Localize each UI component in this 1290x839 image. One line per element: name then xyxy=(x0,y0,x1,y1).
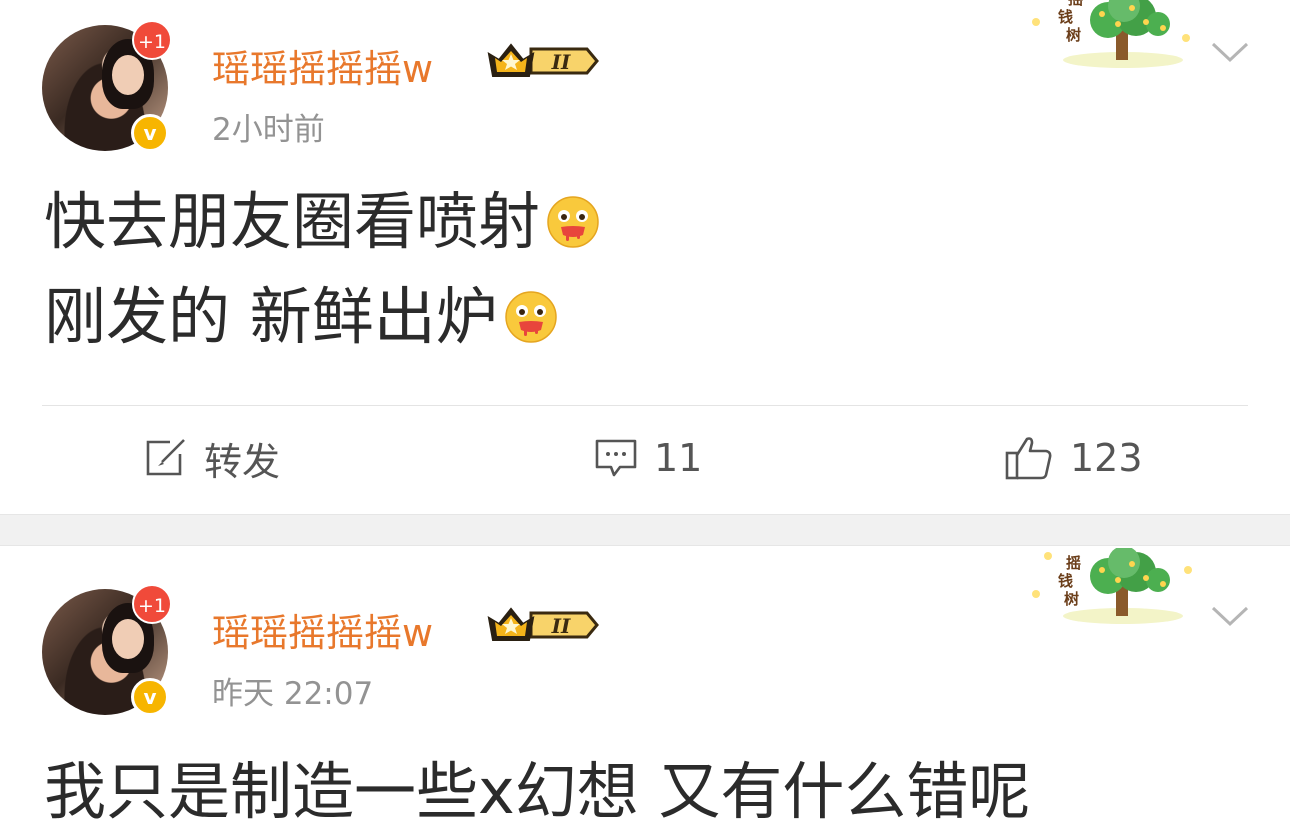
username[interactable]: 瑶瑶摇摇摇w xyxy=(212,38,433,93)
member-level: II xyxy=(551,50,571,74)
content-line-1: 快去朋友圈看喷射 xyxy=(44,185,541,258)
action-divider xyxy=(42,405,1248,406)
repost-label: 转发 xyxy=(204,439,281,484)
plus-one-badge: +1 xyxy=(132,20,172,60)
post-content: 快去朋友圈看喷射 刚发的 新鲜出炉 xyxy=(44,174,600,364)
feed-post-1[interactable]: +1 v 瑶瑶摇摇摇w II 2小时前 摇 钱 树 快去朋友圈看喷射 xyxy=(0,0,1290,514)
money-tree-icon[interactable]: 摇 钱 树 xyxy=(1028,0,1198,74)
username[interactable]: 瑶瑶摇摇摇w xyxy=(212,602,433,657)
drooling-face-emoji-icon xyxy=(547,195,599,248)
drooling-face-emoji-icon xyxy=(504,290,557,343)
content-line: 我只是制造一些x幻想 又有什么错呢 xyxy=(44,744,1030,839)
chevron-down-icon[interactable] xyxy=(1210,604,1250,628)
edit-square-icon xyxy=(146,439,185,476)
tree-char-3: 树 xyxy=(1066,26,1081,44)
content-line: 快去朋友圈看喷射 xyxy=(44,174,600,269)
content-line-2: 刚发的 新鲜出炉 xyxy=(44,280,498,353)
post-timestamp: 昨天 22:07 xyxy=(212,676,374,712)
like-button[interactable]: 123 xyxy=(1004,432,1143,484)
like-count: 123 xyxy=(1070,436,1143,480)
crown-icon[interactable]: II xyxy=(485,604,599,646)
feed-post-2[interactable]: +1 v 瑶瑶摇摇摇w II 昨天 22:07 摇 钱 树 我只是制造一些x幻想… xyxy=(0,546,1290,839)
avatar-face xyxy=(112,619,144,659)
post-timestamp: 2小时前 xyxy=(212,112,325,148)
repost-button[interactable]: 转发 xyxy=(144,432,280,484)
tree-char-3: 树 xyxy=(1064,590,1079,608)
comment-bubble-icon xyxy=(595,439,637,477)
comment-count: 11 xyxy=(654,436,703,480)
verified-badge-icon: v xyxy=(131,678,169,716)
content-line-1: 我只是制造一些x幻想 又有什么错呢 xyxy=(44,755,1031,828)
tree-char-1: 摇 xyxy=(1068,0,1083,8)
tree-char-2: 钱 xyxy=(1058,572,1073,590)
post-content: 我只是制造一些x幻想 又有什么错呢 xyxy=(44,744,1030,839)
avatar-face xyxy=(112,55,144,95)
comment-button[interactable]: 11 xyxy=(594,432,702,484)
money-tree-icon[interactable]: 摇 钱 树 xyxy=(1028,548,1198,628)
tree-char-2: 钱 xyxy=(1058,8,1073,26)
thumbs-up-icon xyxy=(1005,437,1052,480)
content-line: 刚发的 新鲜出炉 xyxy=(44,269,600,364)
chevron-down-icon[interactable] xyxy=(1210,40,1250,64)
plus-one-badge: +1 xyxy=(132,584,172,624)
verified-badge-icon: v xyxy=(131,114,169,152)
member-level: II xyxy=(551,614,571,638)
crown-icon[interactable]: II xyxy=(485,40,599,82)
feed-separator xyxy=(0,514,1290,546)
tree-char-1: 摇 xyxy=(1066,554,1081,572)
